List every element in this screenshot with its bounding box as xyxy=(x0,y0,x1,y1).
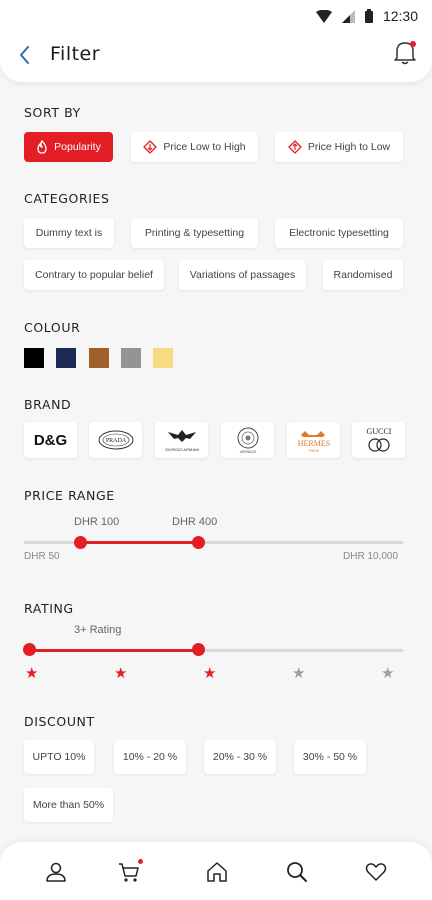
brand-logo-text: HERMES xyxy=(297,439,329,448)
brand-logo-text: GIORGIO ARMANI xyxy=(164,447,198,452)
colour-swatch-navy[interactable] xyxy=(56,348,76,368)
price-low-icon xyxy=(143,140,158,154)
rating-max-handle[interactable] xyxy=(192,643,205,656)
price-selected-min: DHR 100 xyxy=(74,516,120,528)
colour-title: COLOUR xyxy=(24,320,81,335)
discount-chip[interactable]: More than 50% xyxy=(24,788,113,822)
armani-logo: GIORGIO ARMANI xyxy=(164,430,199,452)
category-chip[interactable]: Randomised xyxy=(323,260,403,290)
brand-logo-text: GUCCI xyxy=(366,427,391,436)
prada-logo: PRADA xyxy=(98,430,133,450)
brand-title: BRAND xyxy=(24,397,72,412)
wifi-icon xyxy=(315,9,332,23)
cart-icon xyxy=(119,863,139,882)
cart-nav[interactable] xyxy=(117,859,143,884)
versace-logo: VERSACE xyxy=(237,427,258,454)
battery-icon xyxy=(364,9,373,23)
hermes-logo: HERMES PARIS xyxy=(297,431,330,453)
discount-chip[interactable]: 20% - 30 % xyxy=(204,740,276,774)
category-chip[interactable]: Electronic typesetting xyxy=(275,218,403,248)
sort-high-low-chip[interactable]: Price High to Low xyxy=(275,132,403,162)
rating-fill xyxy=(30,649,198,652)
category-chip[interactable]: Dummy text is xyxy=(24,218,114,248)
gucci-logo: GUCCI xyxy=(366,427,391,452)
signal-icon xyxy=(341,9,355,23)
home-icon[interactable] xyxy=(205,860,229,884)
price-range-title: PRICE RANGE xyxy=(24,488,115,503)
discount-chip[interactable]: 10% - 20 % xyxy=(114,740,186,774)
colour-swatch-yellow[interactable] xyxy=(153,348,173,368)
brand-logo-hermes[interactable]: HERMES PARIS xyxy=(287,422,340,458)
sort-by-title: SORT BY xyxy=(24,105,81,120)
category-chip[interactable]: Contrary to popular belief xyxy=(24,260,164,290)
status-time: 12:30 xyxy=(382,8,418,24)
app-header: Filter xyxy=(0,28,432,82)
price-high-icon xyxy=(287,140,302,154)
colour-swatch-grey[interactable] xyxy=(121,348,141,368)
user-icon[interactable] xyxy=(44,860,68,884)
brand-logo-text: VERSACE xyxy=(239,450,256,454)
bell-icon[interactable] xyxy=(392,38,418,66)
star-icon[interactable]: ★ xyxy=(114,666,127,681)
star-icon[interactable]: ★ xyxy=(292,666,305,681)
discount-chip[interactable]: UPTO 10% xyxy=(24,740,94,774)
bottom-nav xyxy=(0,842,432,900)
brand-logo-text: D&G xyxy=(33,431,68,449)
brand-logo-armani[interactable]: GIORGIO ARMANI xyxy=(155,422,208,458)
brand-logo-text: PRADA xyxy=(105,438,126,444)
fire-icon xyxy=(37,140,47,154)
search-icon[interactable] xyxy=(285,860,309,884)
price-selected-max: DHR 400 xyxy=(172,516,218,528)
rating-min-handle[interactable] xyxy=(23,643,36,656)
brand-logo-gucci[interactable]: GUCCI xyxy=(352,422,405,458)
sort-low-high-chip[interactable]: Price Low to High xyxy=(131,132,258,162)
price-min-label: DHR 50 xyxy=(24,551,60,562)
svg-text:PARIS: PARIS xyxy=(308,449,319,453)
discount-title: DISCOUNT xyxy=(24,714,95,729)
sort-popularity-chip[interactable]: Popularity xyxy=(24,132,113,162)
sort-popularity-label: Popularity xyxy=(54,141,101,153)
rating-title: RATING xyxy=(24,601,74,616)
status-icons: 12:30 xyxy=(315,8,418,24)
colour-swatch-black[interactable] xyxy=(24,348,44,368)
star-icon[interactable]: ★ xyxy=(25,666,38,681)
price-range-fill xyxy=(80,541,198,544)
price-min-handle[interactable] xyxy=(74,536,87,549)
categories-title: CATEGORIES xyxy=(24,191,110,206)
star-icon[interactable]: ★ xyxy=(203,666,216,681)
category-chip[interactable]: Variations of passages xyxy=(179,260,306,290)
brand-logo-prada[interactable]: PRADA xyxy=(89,422,142,458)
colour-swatch-brown[interactable] xyxy=(89,348,109,368)
price-max-handle[interactable] xyxy=(192,536,205,549)
price-max-label: DHR 10,000 xyxy=(343,551,399,562)
star-icon[interactable]: ★ xyxy=(381,666,394,681)
page-title: Filter xyxy=(50,43,101,65)
rating-label: 3+ Rating xyxy=(74,624,122,636)
sort-high-low-label: Price High to Low xyxy=(307,141,391,153)
cart-badge xyxy=(138,859,143,864)
discount-chip[interactable]: 30% - 50 % xyxy=(294,740,366,774)
brand-logo-dg[interactable]: D&G xyxy=(24,422,77,458)
brand-logo-versace[interactable]: VERSACE xyxy=(221,422,274,458)
category-chip[interactable]: Printing & typesetting xyxy=(131,218,258,248)
heart-icon[interactable] xyxy=(364,860,388,884)
sort-low-high-label: Price Low to High xyxy=(163,141,246,153)
back-arrow-icon[interactable] xyxy=(14,42,36,68)
